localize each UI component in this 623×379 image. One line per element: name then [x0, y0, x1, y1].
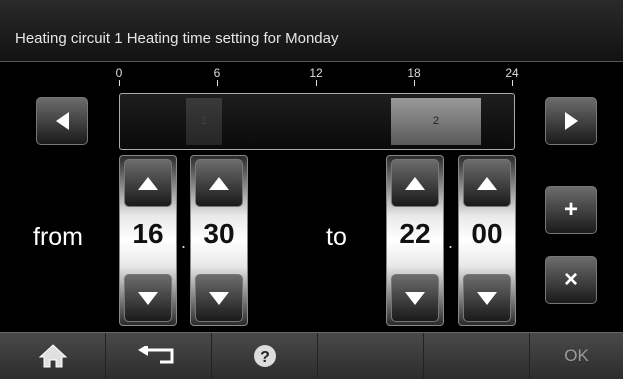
arrow-up-icon: [405, 176, 425, 190]
timeline-period-2[interactable]: 2: [390, 98, 482, 145]
to-label: to: [326, 223, 347, 251]
to-minute-up-button[interactable]: [463, 159, 511, 207]
from-minute-down-button[interactable]: [195, 274, 243, 322]
period-label: 1: [200, 115, 207, 127]
timeline-period-1[interactable]: 1: [185, 98, 222, 145]
toolbar-slot-empty: [424, 333, 530, 379]
tick-mark: [414, 80, 415, 86]
page-title: Heating circuit 1 Heating time setting f…: [15, 30, 339, 47]
delete-icon: ×: [563, 266, 578, 293]
to-hour-up-button[interactable]: [391, 159, 439, 207]
svg-text:?: ?: [260, 349, 270, 366]
to-minute-value: 00: [471, 218, 503, 249]
tick-mark: [217, 80, 218, 86]
plus-icon: +: [563, 196, 578, 223]
title-bar: Heating circuit 1 Heating time setting f…: [0, 0, 623, 62]
tick-label-12: 12: [309, 66, 323, 80]
tick-mark: [119, 80, 120, 86]
time-separator: .: [448, 232, 454, 252]
tick-label-0: 0: [115, 66, 123, 80]
arrow-right-icon: [564, 112, 578, 130]
from-minute-spinner: 30: [190, 155, 248, 326]
delete-period-button[interactable]: ×: [545, 256, 597, 304]
arrow-down-icon: [138, 291, 158, 305]
next-period-button[interactable]: [545, 97, 597, 145]
arrow-up-icon: [138, 176, 158, 190]
bottom-toolbar: ? OK: [0, 332, 623, 379]
arrow-down-icon: [405, 291, 425, 305]
help-button[interactable]: ?: [212, 333, 318, 379]
to-minute-spinner: 00: [458, 155, 516, 326]
tick-mark: [316, 80, 317, 86]
help-icon: ?: [253, 345, 276, 367]
from-hour-down-button[interactable]: [124, 274, 172, 322]
ok-label: OK: [564, 346, 589, 365]
from-hour-up-button[interactable]: [124, 159, 172, 207]
arrow-left-icon: [55, 112, 69, 130]
previous-period-button[interactable]: [36, 97, 88, 145]
tick-label-6: 6: [213, 66, 221, 80]
back-icon: [137, 346, 173, 364]
tick-label-18: 18: [407, 66, 421, 80]
arrow-up-icon: [477, 176, 497, 190]
time-separator: .: [181, 232, 187, 252]
to-minute-down-button[interactable]: [463, 274, 511, 322]
tick-mark: [512, 80, 513, 86]
arrow-up-icon: [209, 176, 229, 190]
add-period-button[interactable]: +: [545, 186, 597, 234]
back-button[interactable]: [106, 333, 212, 379]
ok-button[interactable]: OK: [530, 333, 623, 379]
arrow-down-icon: [477, 291, 497, 305]
home-icon: [38, 344, 67, 368]
home-button[interactable]: [0, 333, 106, 379]
from-minute-value: 30: [203, 218, 235, 249]
from-label: from: [33, 223, 83, 251]
to-hour-value: 22: [399, 218, 431, 249]
from-minute-up-button[interactable]: [195, 159, 243, 207]
tick-label-24: 24: [505, 66, 519, 80]
to-hour-down-button[interactable]: [391, 274, 439, 322]
period-label: 2: [432, 115, 440, 127]
to-hour-spinner: 22: [386, 155, 444, 326]
arrow-down-icon: [209, 291, 229, 305]
from-hour-spinner: 16: [119, 155, 177, 326]
from-hour-value: 16: [132, 218, 164, 249]
heating-timeline[interactable]: 1 2: [119, 93, 515, 150]
toolbar-slot-empty: [318, 333, 424, 379]
